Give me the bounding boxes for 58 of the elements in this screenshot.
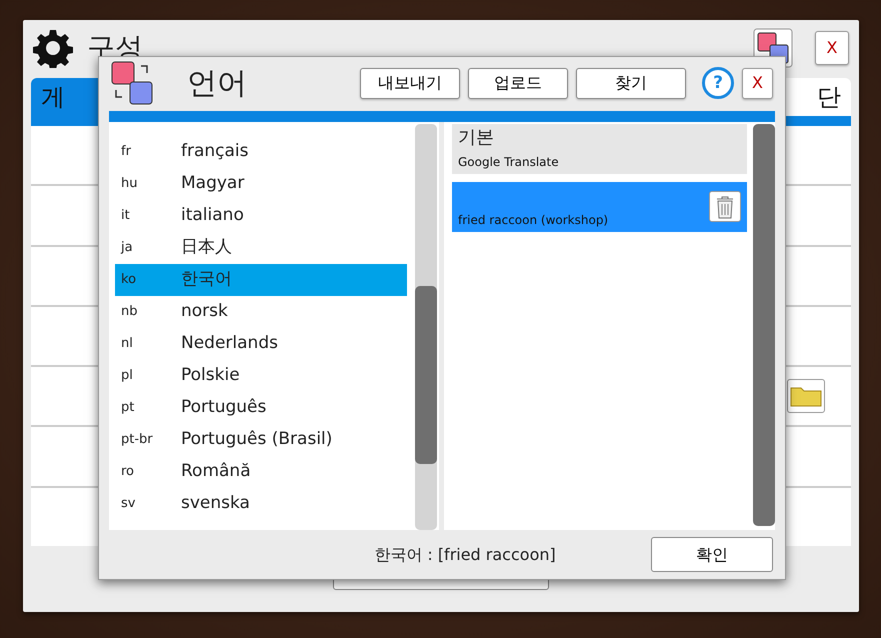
language-name: svenska (181, 492, 250, 516)
language-code: pl (121, 367, 134, 386)
language-code: ja (121, 239, 134, 258)
language-code: ro (121, 463, 136, 482)
translation-title: 기본 (458, 126, 494, 150)
toolbar-button[interactable]: 내보내기 (360, 68, 460, 98)
close-button[interactable]: X (815, 31, 849, 65)
language-code: pt (121, 399, 136, 418)
language-item[interactable]: ro Română (115, 456, 407, 488)
dialog-title: 언어 (187, 64, 248, 102)
language-code: nb (121, 303, 138, 322)
folder-button[interactable] (787, 379, 825, 414)
close-button[interactable]: X (742, 68, 773, 98)
translation-source: fried raccoon (workshop) (458, 212, 608, 229)
scrollbar[interactable] (415, 124, 437, 530)
language-name: Magyar (181, 172, 244, 196)
translate-icon (111, 60, 155, 106)
toolbar-button[interactable]: 찾기 (576, 68, 686, 98)
language-name: Português (181, 396, 266, 420)
status-text: 한국어 : [fried raccoon] (373, 544, 557, 566)
scrollbar[interactable] (753, 124, 775, 526)
language-name: italiano (181, 204, 244, 228)
language-item[interactable]: hu Magyar (115, 168, 407, 200)
language-code: sv (121, 495, 136, 514)
language-code: ko (121, 271, 138, 290)
language-code: pt-br (121, 431, 154, 450)
translation-source: Google Translate (458, 154, 559, 171)
language-item[interactable]: ko 한국어 (115, 264, 407, 296)
help-button[interactable]: ? (702, 67, 734, 99)
language-name: 日本人 (181, 236, 232, 260)
language-name: Português (Brasil) (181, 428, 332, 452)
delete-button[interactable] (709, 191, 741, 222)
confirm-button[interactable]: 확인 (651, 537, 773, 572)
translation-item[interactable]: fried raccoon (workshop) (452, 182, 747, 232)
language-name: Română (181, 460, 251, 484)
settings-icon (33, 28, 73, 68)
language-code: fr (121, 143, 132, 162)
language-item[interactable]: ja 日本人 (115, 232, 407, 264)
language-item[interactable]: pt Português (115, 392, 407, 424)
language-item[interactable]: fr français (115, 136, 407, 168)
language-code: it (121, 207, 131, 226)
language-item[interactable]: it italiano (115, 200, 407, 232)
trash-icon (715, 194, 735, 218)
language-item[interactable]: pl Polskie (115, 360, 407, 392)
language-name: Nederlands (181, 332, 278, 356)
language-name: norsk (181, 300, 228, 324)
language-code: nl (121, 335, 134, 354)
translation-item[interactable]: 기본 Google Translate (452, 124, 747, 174)
language-item[interactable]: nb norsk (115, 296, 407, 328)
language-name: Polskie (181, 364, 240, 388)
language-name: 한국어 (181, 268, 232, 292)
language-code: hu (121, 175, 138, 194)
toolbar-button[interactable]: 업로드 (468, 68, 568, 98)
language-item[interactable]: nl Nederlands (115, 328, 407, 360)
language-item[interactable]: sv svenska (115, 488, 407, 520)
language-name: français (181, 140, 249, 164)
language-item[interactable]: pt-br Português (Brasil) (115, 424, 407, 456)
folder-icon (790, 385, 822, 408)
